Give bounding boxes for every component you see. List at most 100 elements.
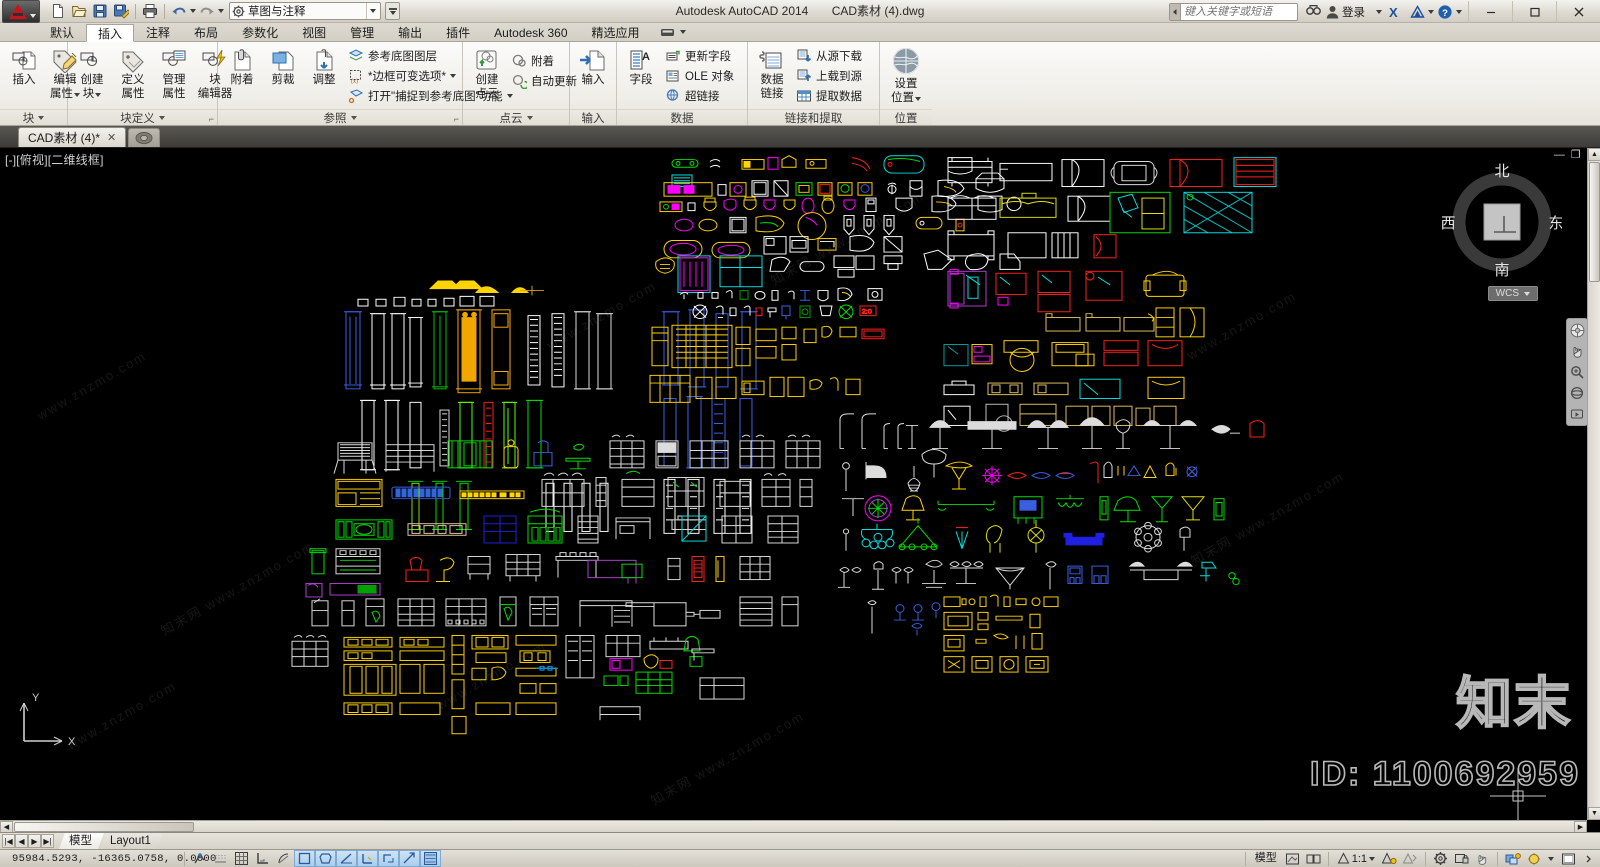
first-layout-button[interactable]: |◀ — [2, 834, 15, 848]
workspace-switcher[interactable]: 草图与注释 — [229, 2, 381, 20]
coordinate-readout[interactable]: 95984.5293, -16365.0758, 0.0000 — [0, 853, 216, 865]
file-tab-cad-material[interactable]: CAD素材 (4)* ✕ — [18, 127, 127, 147]
tab-addins[interactable]: 插件 — [434, 23, 482, 41]
insert-block-button[interactable]: 插入 — [4, 45, 44, 89]
chevron-down-icon[interactable] — [915, 97, 921, 101]
prev-layout-button[interactable]: ◀ — [15, 834, 28, 848]
chevron-down-icon[interactable] — [95, 93, 102, 97]
dynamic-input-toggle[interactable] — [399, 850, 420, 867]
tab-insert[interactable]: 插入 — [86, 24, 135, 42]
autodesk-a360-icon[interactable] — [1406, 2, 1428, 22]
toolbar-lock-button[interactable] — [1451, 850, 1472, 867]
data-link-button[interactable]: 数据 链接 — [752, 45, 792, 102]
undo-dropdown-icon[interactable] — [190, 9, 196, 13]
application-menu-button[interactable] — [2, 0, 40, 23]
adjust-button[interactable]: 调整 — [304, 45, 344, 89]
object-snap-tracking-toggle[interactable] — [336, 850, 357, 867]
search-input[interactable] — [1181, 3, 1297, 20]
scroll-right-arrow[interactable]: ▶ — [1574, 821, 1587, 832]
plot-icon[interactable] — [140, 1, 160, 21]
chevron-down-icon[interactable] — [1524, 291, 1530, 296]
download-from-source-button[interactable]: 从源下载 — [793, 46, 867, 65]
isolate-objects-button[interactable] — [1502, 850, 1523, 867]
orbit-icon[interactable] — [1569, 385, 1585, 401]
dynamic-ucs-toggle[interactable] — [378, 850, 399, 867]
polar-tracking-toggle[interactable] — [273, 850, 294, 867]
auto-scale-button[interactable] — [1400, 850, 1421, 867]
search-icon[interactable] — [1302, 2, 1324, 22]
layout-tab-model[interactable]: 模型 — [59, 833, 104, 849]
viewport-label[interactable]: [-][俯视][二维线框] — [5, 151, 104, 168]
save-as-icon[interactable] — [111, 1, 131, 21]
new-file-icon[interactable] — [48, 1, 68, 21]
tab-view[interactable]: 视图 — [290, 23, 338, 41]
status-bar-expand-button[interactable] — [1579, 850, 1600, 867]
panel-dialog-launcher[interactable]: ⌐ — [209, 114, 214, 124]
zoom-extents-icon[interactable] — [1569, 364, 1585, 380]
close-button[interactable] — [1556, 0, 1600, 23]
pan-icon[interactable] — [1569, 343, 1585, 359]
grid-display-toggle[interactable] — [231, 850, 252, 867]
tab-output[interactable]: 输出 — [386, 23, 434, 41]
vertical-scroll-thumb[interactable] — [1589, 162, 1600, 282]
annotation-visibility-button[interactable] — [1379, 850, 1400, 867]
panel-title-import[interactable]: 输入 — [570, 109, 616, 125]
workspace-switch-button[interactable] — [1430, 850, 1451, 867]
tab-parametric[interactable]: 参数化 — [230, 23, 290, 41]
quick-view-layouts-button[interactable] — [1282, 850, 1303, 867]
lineweight-toggle[interactable] — [420, 850, 441, 867]
panel-title-data[interactable]: 数据 — [617, 109, 747, 125]
tab-featured-apps[interactable]: 精选应用 — [580, 23, 652, 41]
create-block-button[interactable]: 创建 块 — [72, 45, 112, 102]
open-file-icon[interactable] — [69, 1, 89, 21]
ribbon-display-options[interactable] — [652, 23, 694, 41]
update-fields-button[interactable]: 更新字段 — [662, 46, 739, 65]
panel-title-linking-extraction[interactable]: 链接和提取 — [748, 109, 879, 125]
tab-autodesk360[interactable]: Autodesk 360 — [482, 23, 579, 41]
viewport-maximize-button[interactable]: ❐ — [1571, 150, 1581, 161]
set-location-button[interactable]: 设置 位置 — [886, 45, 926, 106]
chevron-down-icon[interactable] — [1456, 9, 1462, 14]
workspace-dropdown-icon[interactable] — [366, 3, 378, 19]
annotation-scale-selector[interactable]: 1:1 — [1333, 852, 1379, 865]
showmotion-icon[interactable] — [1569, 406, 1585, 422]
manage-attribute-button[interactable]: 管理 属性 — [154, 45, 194, 102]
object-snap-toggle[interactable] — [294, 850, 315, 867]
panel-title-point-cloud[interactable]: 点云 — [463, 109, 569, 125]
help-icon[interactable]: ? — [1434, 2, 1456, 22]
horizontal-scroll-thumb[interactable] — [14, 822, 194, 832]
exchange-apps-icon[interactable]: X — [1384, 2, 1406, 22]
ortho-mode-toggle[interactable] — [252, 850, 273, 867]
panel-title-location[interactable]: 位置 — [880, 109, 932, 125]
viewport-minimize-button[interactable]: — — [1554, 150, 1565, 161]
tab-annotate[interactable]: 注释 — [134, 23, 182, 41]
redo-icon[interactable] — [197, 1, 217, 21]
chevron-down-icon[interactable] — [679, 30, 686, 34]
qat-overflow-button[interactable] — [385, 2, 400, 20]
close-icon[interactable]: ✕ — [107, 131, 116, 144]
create-pointcloud-button[interactable]: 创建 点云 — [467, 45, 507, 102]
next-layout-button[interactable]: ▶ — [28, 834, 41, 848]
last-layout-button[interactable]: ▶| — [41, 834, 54, 848]
infer-constraints-toggle[interactable] — [189, 850, 210, 867]
panel-title-block[interactable]: 块 — [0, 109, 67, 125]
field-button[interactable]: A 字段 — [621, 45, 661, 89]
search-expand-icon[interactable] — [1170, 3, 1181, 20]
chevron-down-icon[interactable] — [1376, 9, 1382, 14]
allow-ucs-toggle[interactable] — [357, 850, 378, 867]
panel-dialog-launcher[interactable]: ⌐ — [454, 114, 459, 124]
hyperlink-button[interactable]: 超链接 — [662, 86, 739, 105]
chevron-down-icon[interactable] — [449, 73, 456, 78]
ole-object-button[interactable]: OLE 对象 — [662, 66, 739, 85]
scroll-left-arrow[interactable]: ◀ — [0, 821, 13, 832]
steering-wheel-icon[interactable] — [1569, 322, 1585, 338]
ucs-selector[interactable]: WCS — [1487, 286, 1538, 301]
minimize-button[interactable] — [1468, 0, 1512, 23]
hardware-accel-button[interactable] — [1472, 850, 1493, 867]
redo-dropdown-icon[interactable] — [218, 9, 224, 13]
new-file-tab-button[interactable] — [128, 128, 161, 147]
tab-layout[interactable]: 布局 — [182, 23, 230, 41]
vertical-scrollbar[interactable]: ▲ ▼ — [1587, 148, 1600, 820]
undo-icon[interactable] — [169, 1, 189, 21]
view-cube[interactable]: 北 南 东 西 — [1440, 160, 1563, 280]
